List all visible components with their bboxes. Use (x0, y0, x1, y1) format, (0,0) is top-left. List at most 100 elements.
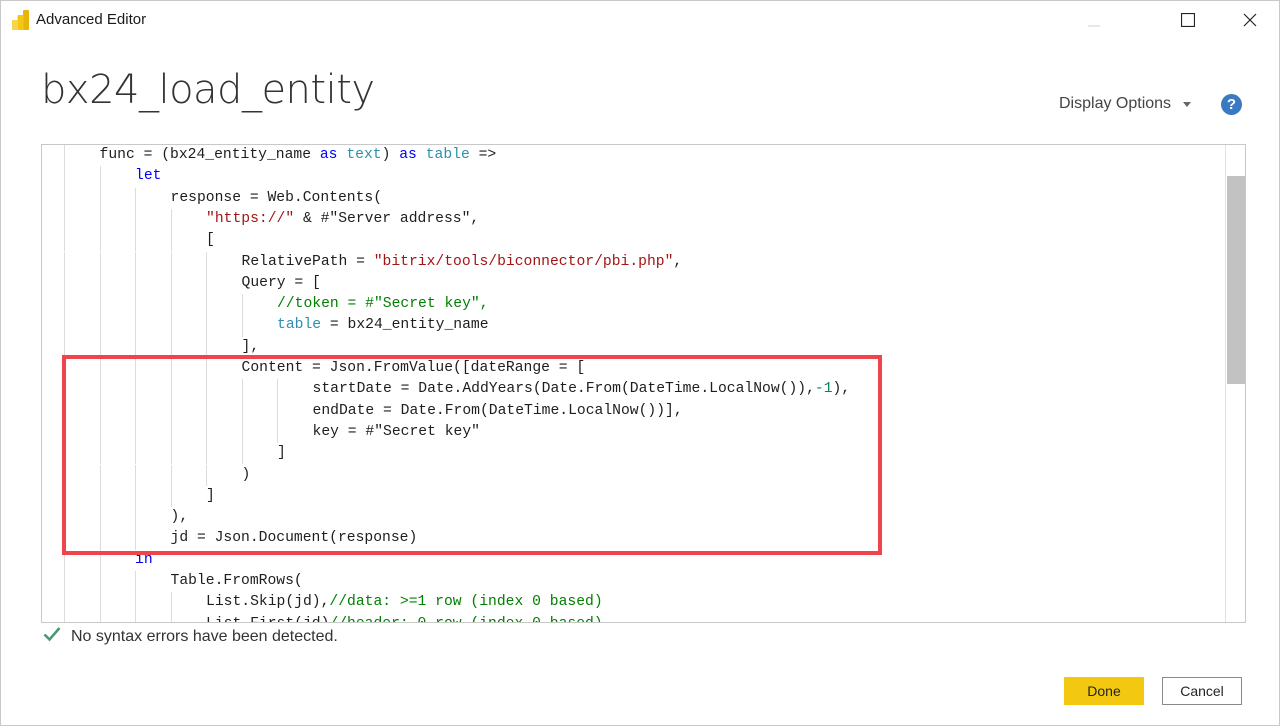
code-line[interactable]: startDate = Date.AddYears(Date.From(Date… (313, 379, 851, 400)
code-token: Query = [ (241, 274, 321, 291)
code-line[interactable]: table = bx24_entity_name (277, 315, 489, 336)
indent-guide (206, 358, 207, 380)
code-token: as (319, 147, 338, 163)
code-token: Table.FromRows( (170, 573, 303, 589)
done-button[interactable]: Done (1064, 677, 1144, 705)
indent-guide (64, 251, 65, 273)
code-line[interactable]: RelativePath = "bitrix/tools/biconnector… (242, 252, 683, 273)
code-line[interactable]: Content = Json.FromValue([dateRange = [ (242, 358, 586, 379)
indent-guide (135, 400, 136, 422)
indent-guide (135, 336, 136, 358)
code-line[interactable]: Query = [ (242, 273, 321, 294)
indent-guide (64, 145, 65, 167)
code-line[interactable]: ] (277, 443, 286, 464)
code-line[interactable]: jd = Json.Document(response) (171, 528, 418, 549)
indent-guide (135, 251, 136, 273)
checkmark-icon (43, 626, 61, 647)
code-line[interactable]: [ (206, 230, 215, 251)
code-line[interactable]: ], (242, 337, 260, 358)
code-token: List.Skip(jd), (206, 594, 330, 611)
indent-guide (135, 272, 136, 295)
indent-guide (99, 549, 101, 571)
code-token: ] (277, 445, 286, 462)
code-line[interactable]: ] (206, 486, 215, 507)
indent-guide (99, 166, 101, 188)
code-line[interactable]: ), (171, 507, 189, 528)
indent-guide (99, 571, 101, 593)
indent-guide (64, 294, 65, 316)
indent-guide (241, 315, 243, 337)
code-line[interactable]: endDate = Date.From(DateTime.LocalNow())… (313, 401, 683, 422)
cancel-button[interactable]: Cancel (1162, 677, 1242, 705)
indent-guide (99, 421, 101, 444)
indent-guide (64, 272, 65, 295)
syntax-status-message: No syntax errors have been detected. (71, 627, 338, 645)
close-button[interactable] (1227, 1, 1273, 41)
indent-guide (64, 400, 65, 422)
code-line[interactable]: in (135, 550, 153, 571)
indent-guide (206, 421, 207, 444)
code-token: table (277, 317, 322, 334)
code-token: "bitrix/tools/biconnector/pbi.php" (373, 253, 674, 270)
help-icon[interactable]: ? (1221, 94, 1242, 115)
maximize-button[interactable] (1165, 1, 1211, 41)
code-token: key = #"Secret key" (312, 423, 480, 440)
indent-guide (170, 464, 172, 486)
code-line[interactable]: ) (242, 465, 251, 486)
window-title: Advanced Editor (36, 11, 147, 28)
indent-guide (99, 208, 101, 231)
indent-guide (135, 592, 136, 614)
code-line[interactable]: //token = #"Secret key", (277, 294, 489, 315)
indent-guide (135, 230, 136, 252)
code-token: func = (bx24_entity_name (99, 147, 320, 163)
indent-guide (206, 464, 207, 486)
display-options-dropdown[interactable]: Display Options (1059, 95, 1192, 113)
vertical-scrollbar[interactable] (1225, 145, 1245, 622)
indent-guide (170, 230, 172, 252)
code-line[interactable]: List.First(jd)//header: 0 row (index 0 b… (206, 614, 603, 622)
indent-guide (170, 379, 172, 401)
code-area[interactable]: func = (bx24_entity_name as text) as tab… (42, 145, 1225, 622)
code-line[interactable]: key = #"Secret key" (313, 422, 480, 443)
indent-guide (99, 400, 101, 422)
code-token: in (135, 551, 153, 568)
indent-guide (64, 443, 65, 465)
code-line[interactable]: func = (bx24_entity_name as text) as tab… (100, 145, 497, 166)
query-name-heading: bx24_load_entity (41, 67, 375, 113)
code-line[interactable]: let (135, 166, 161, 187)
title-bar: Advanced Editor (1, 1, 1279, 41)
code-line[interactable]: List.Skip(jd),//data: >=1 row (index 0 b… (206, 592, 603, 613)
code-token: jd = Json.Document(response) (170, 530, 418, 547)
indent-guide (64, 315, 65, 337)
indent-guide (206, 294, 207, 316)
indent-guide (99, 379, 101, 401)
indent-guide (64, 421, 65, 444)
code-token: //header: 0 row (index 0 based) (329, 616, 602, 622)
maximize-icon (1180, 12, 1196, 31)
code-line[interactable]: "https://" & #"Server address", (206, 209, 479, 230)
indent-guide (64, 549, 65, 571)
code-line[interactable]: Table.FromRows( (171, 571, 303, 592)
indent-guide (99, 507, 101, 529)
code-token: //token = #"Secret key", (277, 296, 489, 313)
advanced-editor-window: Advanced Editor bx24_load_entity Display… (0, 0, 1280, 726)
indent-guide (64, 187, 65, 209)
scrollbar-thumb[interactable] (1227, 176, 1245, 384)
indent-guide (277, 379, 278, 401)
minimize-button[interactable] (1071, 1, 1117, 41)
indent-guide (170, 358, 172, 380)
code-line[interactable]: response = Web.Contents( (171, 188, 383, 209)
code-editor[interactable]: func = (bx24_entity_name as text) as tab… (41, 144, 1246, 623)
indent-guide (277, 421, 278, 444)
minimize-icon (1088, 12, 1100, 31)
indent-guide (206, 379, 207, 401)
indent-guide (170, 400, 172, 422)
indent-guide (135, 571, 136, 593)
syntax-status: No syntax errors have been detected. (43, 626, 338, 647)
indent-guide (241, 379, 243, 401)
code-token: startDate = Date.AddYears(Date.From(Date… (312, 381, 815, 398)
indent-guide (99, 251, 101, 273)
indent-guide (99, 358, 101, 380)
indent-guide (64, 464, 65, 486)
